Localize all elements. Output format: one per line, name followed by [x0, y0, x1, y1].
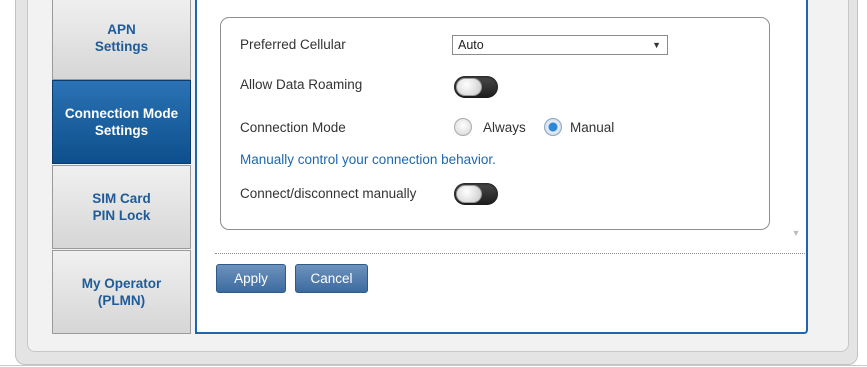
connection-mode-always-radio[interactable]: [454, 118, 472, 136]
connection-mode-label: Connection Mode: [240, 120, 346, 135]
sidebar-item-my-operator[interactable]: My Operator (PLMN): [52, 250, 191, 334]
apply-button[interactable]: Apply: [216, 264, 286, 293]
toggle-knob: [456, 185, 482, 203]
cancel-button[interactable]: Cancel: [295, 264, 368, 293]
data-roaming-label: Allow Data Roaming: [240, 77, 363, 92]
connection-mode-manual-label[interactable]: Manual: [570, 120, 614, 135]
settings-sidebar: APN Settings Connection Mode Settings SI…: [52, 0, 191, 340]
connection-mode-manual-radio[interactable]: [544, 118, 562, 136]
preferred-cellular-select[interactable]: Auto ▼: [452, 35, 668, 55]
sidebar-item-label: APN Settings: [94, 22, 149, 54]
connection-help-text: Manually control your connection behavio…: [240, 152, 496, 167]
data-roaming-toggle[interactable]: [454, 76, 498, 98]
toggle-knob: [456, 78, 482, 96]
sidebar-item-sim-card-pin-lock[interactable]: SIM Card PIN Lock: [52, 165, 191, 249]
scroll-down-arrow-icon[interactable]: ▼: [790, 228, 802, 238]
sidebar-item-label: SIM Card PIN Lock: [92, 191, 151, 223]
preferred-cellular-label: Preferred Cellular: [240, 37, 346, 52]
connect-manual-label: Connect/disconnect manually: [240, 186, 417, 201]
connect-manual-toggle[interactable]: [454, 183, 498, 205]
sidebar-item-label: Connection Mode Settings: [64, 106, 179, 138]
sidebar-item-apn-settings[interactable]: APN Settings: [52, 0, 191, 80]
bottom-divider: [0, 365, 867, 366]
sidebar-item-label: My Operator (PLMN): [81, 276, 162, 308]
sidebar-item-connection-mode-settings[interactable]: Connection Mode Settings: [52, 80, 191, 164]
preferred-cellular-value: Auto: [458, 38, 484, 52]
connection-mode-always-label[interactable]: Always: [483, 120, 526, 135]
dropdown-arrow-icon: ▼: [652, 40, 661, 50]
form-divider: [215, 253, 805, 254]
